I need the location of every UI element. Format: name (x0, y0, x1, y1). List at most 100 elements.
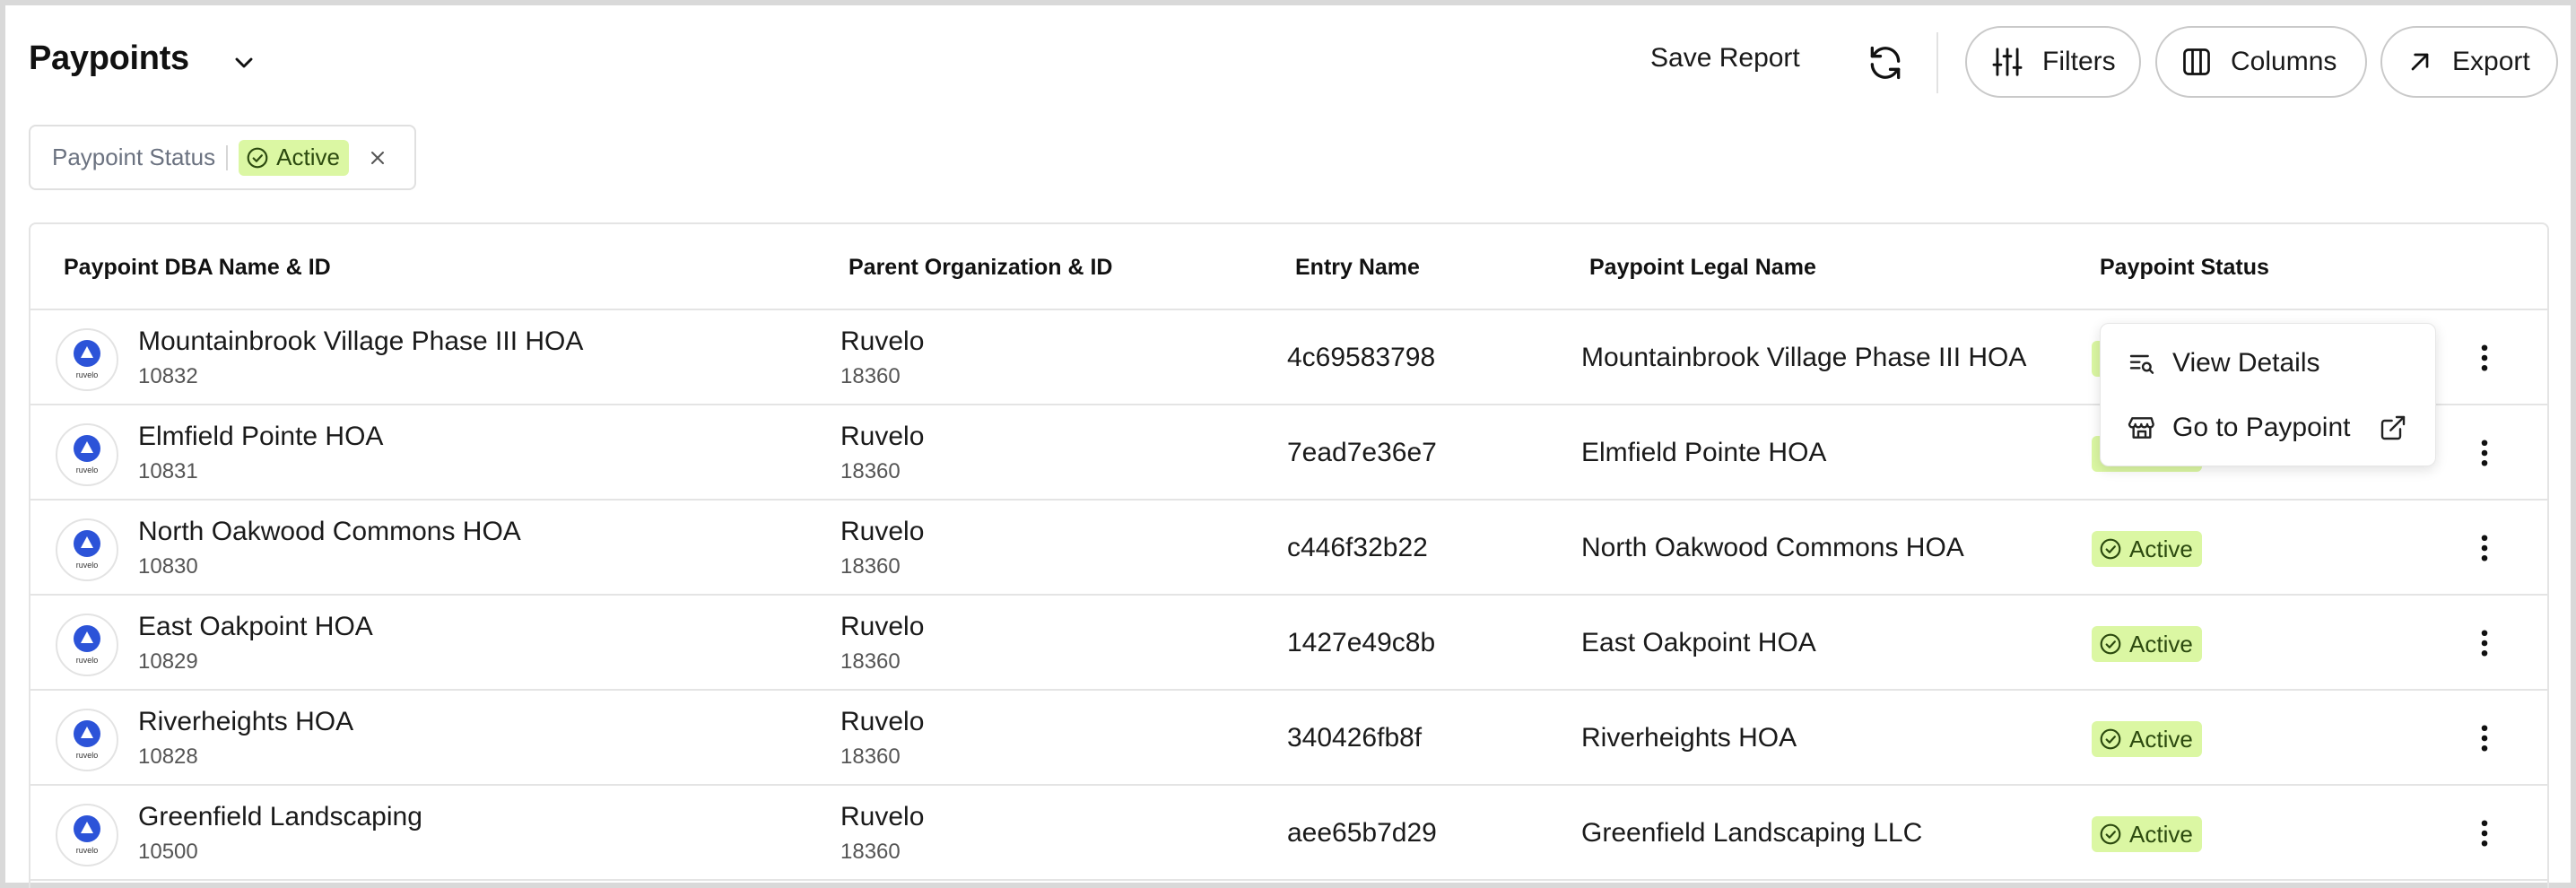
dba-name[interactable]: North Oakwood Commons HOA (138, 517, 521, 547)
logo-triangle (81, 822, 93, 833)
filters-label: Filters (2042, 47, 2116, 76)
parent-org-id: 18360 (840, 649, 901, 674)
parent-org-id: 18360 (840, 364, 901, 388)
column-header-entry-name[interactable]: Entry Name (1295, 255, 1420, 281)
parent-org-name: Ruvelo (840, 422, 925, 451)
dba-id: 10828 (138, 744, 198, 769)
logo-text: ruvelo (75, 561, 99, 570)
more-options-icon[interactable] (2468, 720, 2501, 756)
table-row[interactable]: ruvelo Greenfield Landscaping 10500 Ruvelo 1… (30, 786, 2547, 881)
dba-id: 10829 (138, 649, 198, 674)
paypoint-logo: ruvelo (56, 423, 118, 486)
more-options-icon[interactable] (2468, 340, 2501, 376)
logo-triangle (81, 727, 93, 738)
entry-name: c446f32b22 (1287, 533, 1428, 562)
row-actions-menu: View Details Go to Paypoint (2100, 323, 2436, 466)
more-options-icon[interactable] (2468, 815, 2501, 851)
logo-text: ruvelo (75, 370, 99, 379)
save-report-button[interactable]: Save Report (1650, 43, 1800, 74)
filter-chip-label: Paypoint Status (52, 144, 216, 170)
entry-name: 1427e49c8b (1287, 628, 1436, 657)
entry-name: aee65b7d29 (1287, 818, 1437, 848)
parent-org-id: 18360 (840, 744, 901, 769)
parent-org-id: 18360 (840, 459, 901, 483)
refresh-icon[interactable] (1866, 43, 1905, 83)
status-text: Active (2129, 535, 2193, 562)
status-badge: Active (2092, 531, 2202, 567)
status-text: Active (2129, 820, 2193, 848)
check-circle-icon (2100, 823, 2121, 845)
legal-name: Mountainbrook Village Phase III HOA (1581, 343, 2027, 372)
logo-triangle (81, 441, 93, 453)
logo-text: ruvelo (75, 846, 99, 855)
legal-name: Elmfield Pointe HOA (1581, 438, 1827, 467)
table-row[interactable]: ruvelo North Oakwood Commons HOA 10830 Ruve… (30, 501, 2547, 596)
logo-text: ruvelo (75, 751, 99, 760)
entry-name: 340426fb8f (1287, 723, 1423, 753)
parent-org-name: Ruvelo (840, 612, 925, 641)
status-text: Active (2129, 630, 2193, 657)
legal-name: Riverheights HOA (1581, 723, 1797, 753)
menu-item-go-to-paypoint-label: Go to Paypoint (2172, 413, 2351, 442)
dba-name[interactable]: Greenfield Landscaping (138, 802, 422, 832)
dba-name[interactable]: East Oakpoint HOA (138, 612, 373, 642)
legal-name: North Oakwood Commons HOA (1581, 533, 1964, 562)
check-circle-icon (247, 147, 268, 168)
view-details-icon (2129, 354, 2154, 374)
more-options-icon[interactable] (2468, 625, 2501, 661)
legal-name: East Oakpoint HOA (1581, 628, 1816, 657)
dba-name[interactable]: Riverheights HOA (138, 707, 353, 737)
dba-name[interactable]: Mountainbrook Village Phase III HOA (138, 326, 583, 357)
columns-icon (2183, 48, 2210, 75)
table-row[interactable]: ruvelo East Oakpoint HOA 10829 Ruvelo 18360 1… (30, 596, 2547, 691)
export-button[interactable]: Export (2380, 26, 2558, 98)
table-header: Paypoint DBA Name & ID Parent Organizati… (30, 224, 2547, 310)
paypoint-logo: ruvelo (56, 709, 118, 771)
status-text: Active (2129, 725, 2193, 753)
entry-name: 7ead7e36e7 (1287, 438, 1437, 467)
active-filter-chip[interactable]: Paypoint Status Active (29, 125, 416, 190)
menu-item-view-details-label: View Details (2172, 348, 2320, 378)
parent-org-name: Ruvelo (840, 707, 925, 736)
legal-name: Greenfield Landscaping LLC (1581, 818, 1923, 848)
parent-org-id: 18360 (840, 840, 901, 864)
more-options-icon[interactable] (2468, 435, 2501, 471)
storefront-icon (2128, 417, 2154, 439)
paypoint-logo: ruvelo (56, 614, 118, 676)
filters-button[interactable]: Filters (1965, 26, 2141, 98)
parent-org-name: Ruvelo (840, 326, 925, 356)
dba-id: 10832 (138, 364, 198, 388)
paypoint-logo: ruvelo (56, 804, 118, 866)
logo-triangle (81, 631, 93, 643)
check-circle-icon (2100, 728, 2121, 750)
logo-triangle (81, 536, 93, 548)
paypoint-logo: ruvelo (56, 518, 118, 581)
column-header-status[interactable]: Paypoint Status (2100, 255, 2269, 281)
paypoint-logo: ruvelo (56, 328, 118, 391)
entry-name: 4c69583798 (1287, 343, 1436, 372)
page-header: Paypoints Save Report Filters Columns Ex… (5, 5, 2571, 117)
external-link-icon (2380, 415, 2406, 440)
more-options-icon[interactable] (2468, 530, 2501, 566)
column-header-legal-name[interactable]: Paypoint Legal Name (1589, 255, 1816, 281)
columns-label: Columns (2231, 47, 2337, 76)
columns-button[interactable]: Columns (2155, 26, 2367, 98)
check-circle-icon (2100, 633, 2121, 655)
chevron-down-icon[interactable] (230, 48, 258, 77)
menu-item-view-details[interactable]: View Details (2101, 333, 2435, 394)
sliders-icon (1992, 48, 2023, 76)
dba-id: 10500 (138, 840, 198, 864)
column-header-dba-name[interactable]: Paypoint DBA Name & ID (64, 255, 331, 281)
page-title: Paypoints (29, 39, 189, 77)
status-badge: Active (2092, 721, 2202, 757)
close-icon[interactable] (367, 147, 388, 169)
logo-triangle (81, 346, 93, 358)
filter-chip-separator (226, 144, 229, 170)
status-badge: Active (2092, 626, 2202, 662)
table-row[interactable]: ruvelo Riverheights HOA 10828 Ruvelo 18360 34… (30, 691, 2547, 786)
logo-text: ruvelo (75, 656, 99, 665)
menu-item-go-to-paypoint[interactable]: Go to Paypoint (2101, 397, 2435, 458)
dba-name[interactable]: Elmfield Pointe HOA (138, 422, 383, 452)
logo-text: ruvelo (75, 466, 99, 474)
column-header-parent-org[interactable]: Parent Organization & ID (849, 255, 1112, 281)
